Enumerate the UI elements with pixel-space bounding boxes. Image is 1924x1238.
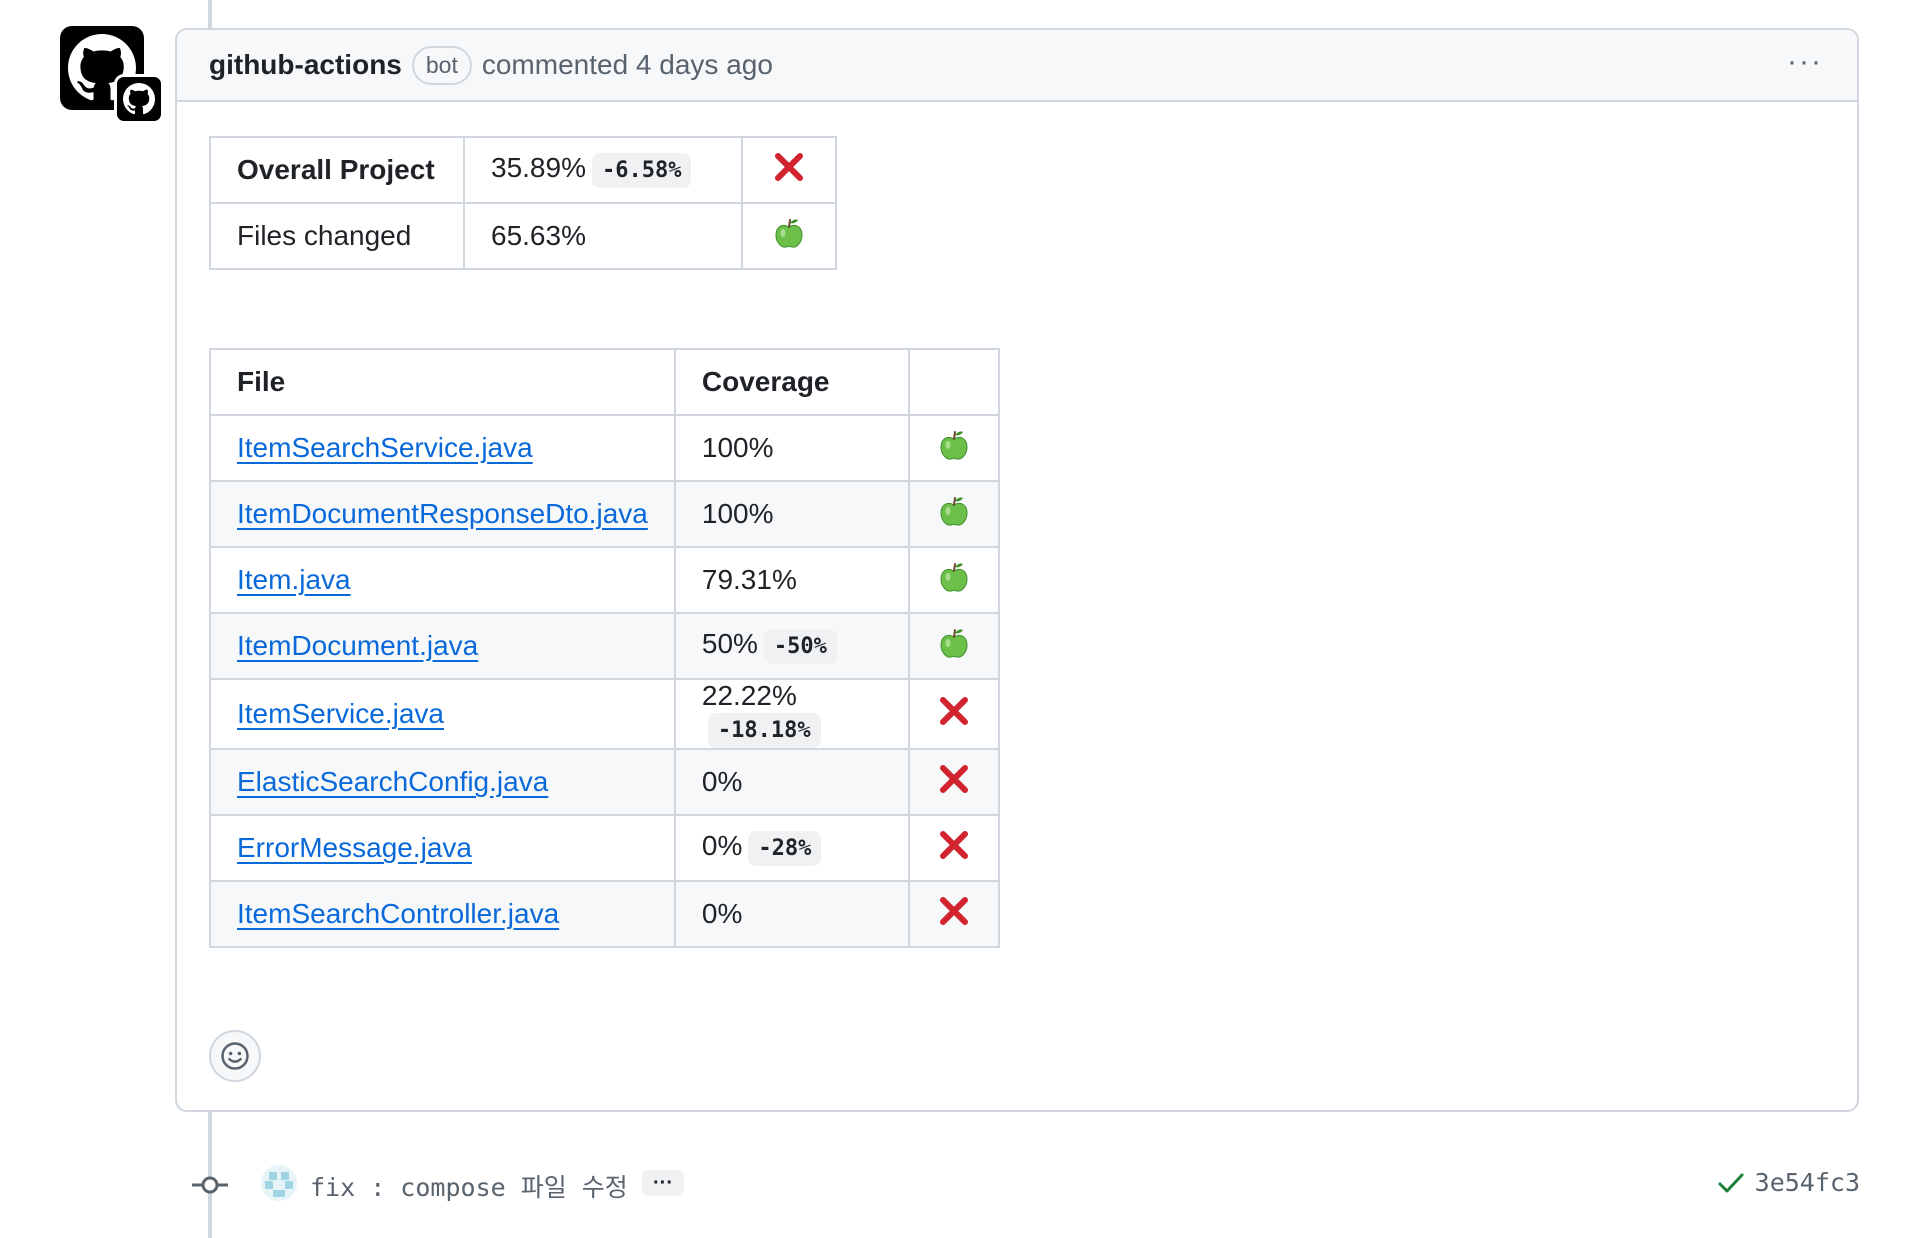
green-apple-icon [775,218,803,248]
status-cell [741,202,837,270]
file-link[interactable]: Item.java [237,564,351,595]
summary-value: 65.63% [491,220,586,251]
file-link[interactable]: ItemSearchController.java [237,898,559,929]
coverage-value: 50% [701,628,758,659]
delta-badge: -28% [748,831,822,866]
file-cell: ItemDocument.java [209,612,676,680]
coverage-cell: 100% [673,414,910,482]
table-row: ItemService.java 22.22%-18.18% [209,678,1000,750]
files-coverage-table: File Coverage ItemSearchService.java 100%… [209,348,1000,948]
table-row: ElasticSearchConfig.java 0% [209,748,1000,816]
table-row: ItemSearchController.java 0% [209,880,1000,948]
status-cell [907,748,1000,816]
file-link[interactable]: ItemService.java [237,698,444,729]
app-badge [114,74,164,124]
table-row: ErrorMessage.java 0% -28% [209,814,1000,882]
cross-mark-icon [939,764,968,793]
summary-label: Overall Project [209,136,465,204]
coverage-value: 22.22% [701,680,797,711]
delta-badge: -6.58% [591,153,692,188]
coverage-value: 0% [701,830,743,861]
file-link[interactable]: ItemSearchService.java [237,432,533,463]
coverage-cell: 79.31% [673,546,910,614]
delta-badge: -50% [763,629,837,664]
comment-header: github-actions bot commented 4 days ago … [177,30,1857,102]
header-status [907,348,1000,416]
status-cell [741,136,837,204]
header-coverage: Coverage [673,348,910,416]
file-link[interactable]: ItemDocumentResponseDto.java [237,498,648,529]
status-cell [907,480,1000,548]
summary-value-cell: 65.63% [463,202,743,270]
status-cell [907,612,1000,680]
table-header-row: File Coverage [209,348,1000,416]
commit-sha-link[interactable]: 3e54fc3 [1717,1168,1860,1197]
timeline-line-top [208,0,212,30]
author-name-link[interactable]: github-actions [209,49,402,81]
commit-sha-text: 3e54fc3 [1754,1168,1860,1197]
summary-value-cell: 35.89% -6.58% [463,136,743,204]
coverage-value: 0% [701,766,743,797]
comment-box: github-actions bot commented 4 days ago … [175,28,1859,1112]
table-row: ItemSearchService.java 100% [209,414,1000,482]
file-cell: ItemService.java [209,678,676,750]
more-options-button[interactable]: ··· [1787,47,1823,77]
coverage-cell: 0% [673,880,910,948]
git-commit-icon [192,1176,228,1194]
cross-mark-icon [939,696,968,725]
file-cell: ItemSearchController.java [209,880,676,948]
comment-timestamp[interactable]: commented 4 days ago [482,49,773,81]
coverage-value: 100% [701,498,774,529]
check-icon [1718,1173,1744,1192]
coverage-cell: 50% -50% [673,612,910,680]
coverage-value: 0% [701,898,743,929]
file-cell: ItemSearchService.java [209,414,676,482]
file-cell: ErrorMessage.java [209,814,676,882]
summary-row: Files changed 65.63% [209,202,837,270]
coverage-value: 79.31% [701,564,797,595]
cross-mark-icon [939,830,968,859]
github-octocat-icon [123,83,155,115]
green-apple-icon [940,562,968,592]
status-cell [907,414,1000,482]
summary-row: Overall Project 35.89% -6.58% [209,136,837,204]
commit-expand-button[interactable]: ··· [642,1170,684,1196]
status-cell [907,880,1000,948]
file-cell: Item.java [209,546,676,614]
add-reaction-button[interactable] [209,1030,261,1082]
cross-mark-icon [775,152,803,181]
file-link[interactable]: ErrorMessage.java [237,832,472,863]
status-cell [907,678,1000,750]
coverage-cell: 22.22%-18.18% [673,678,910,750]
summary-label: Files changed [209,202,465,270]
committer-avatar-icon[interactable] [260,1164,298,1202]
green-apple-icon [940,496,968,526]
table-row: ItemDocument.java 50% -50% [209,612,1000,680]
file-cell: ItemDocumentResponseDto.java [209,480,676,548]
coverage-cell: 100% [673,480,910,548]
commit-message-link[interactable]: fix : compose 파일 수정 [310,1168,628,1204]
status-cell [907,814,1000,882]
coverage-value: 100% [701,432,774,463]
delta-badge: -18.18% [707,713,821,748]
file-cell: ElasticSearchConfig.java [209,748,676,816]
commit-event-row: fix : compose 파일 수정 ··· 3e54fc3 [190,1160,1860,1210]
coverage-cell: 0% [673,748,910,816]
green-apple-icon [940,628,968,658]
table-row: ItemDocumentResponseDto.java 100% [209,480,1000,548]
header-file: File [209,348,676,416]
table-row: Item.java 79.31% [209,546,1000,614]
summary-value: 35.89% [491,152,586,183]
summary-table: Overall Project 35.89% -6.58% Files changed… [209,136,837,270]
bot-badge: bot [411,45,472,85]
file-link[interactable]: ElasticSearchConfig.java [237,766,548,797]
file-link[interactable]: ItemDocument.java [237,630,478,661]
status-cell [907,546,1000,614]
smiley-icon [221,1042,249,1070]
coverage-cell: 0% -28% [673,814,910,882]
green-apple-icon [940,430,968,460]
cross-mark-icon [939,896,968,925]
